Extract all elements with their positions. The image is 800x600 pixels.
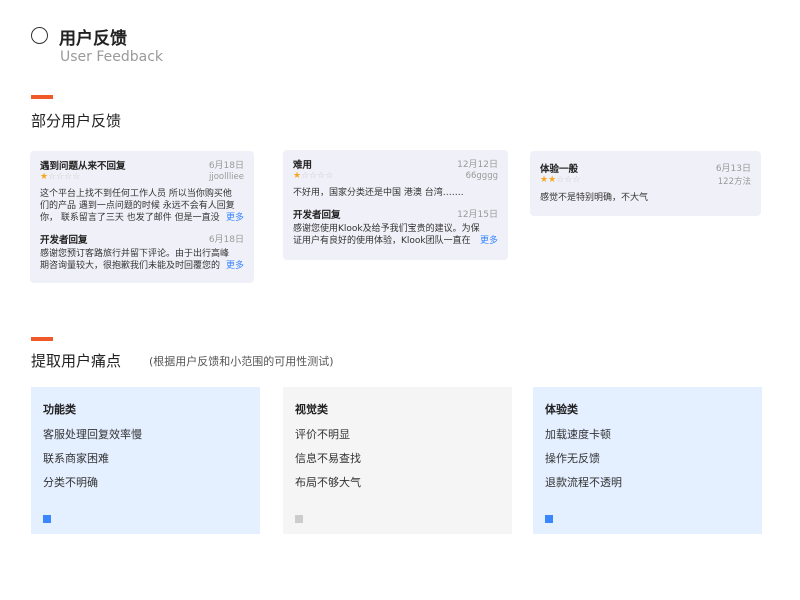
review-body: 不好用，国家分类还是中国 港澳 台湾……. (293, 188, 464, 198)
pain-item: 信息不易查找 (295, 452, 361, 465)
review-date: 6月13日 (715, 164, 751, 174)
pain-card-title: 视觉类 (295, 403, 328, 416)
pain-card-title: 体验类 (545, 403, 578, 416)
star-rating: ★☆☆☆☆ (293, 171, 333, 182)
pain-item: 操作无反馈 (545, 452, 600, 465)
star-rating: ★★☆☆☆ (540, 175, 580, 186)
pain-item: 客服处理回复效率慢 (43, 428, 142, 441)
reply-body: 感谢您预订客路旅行并留下评论。由于出行高峰 期咨询量较大，很抱歉我们未能及时回覆… (40, 249, 244, 272)
section-title-pain-points: 提取用户痛点 (31, 352, 122, 370)
pain-item: 联系商家困难 (43, 452, 109, 465)
page-title: 用户反馈 (59, 29, 127, 49)
developer-reply-label: 开发者回复 (293, 210, 341, 221)
section-accent-bar (31, 95, 53, 99)
section-title-reviews: 部分用户反馈 (31, 112, 122, 130)
reply-body: 感谢您使用Klook及给予我们宝贵的建议。为保 证用户有良好的使用体验，Kloo… (293, 224, 498, 247)
pain-item: 加载速度卡顿 (545, 428, 611, 441)
review-card: 体验一般 6月13日 ★★☆☆☆ 122方法 感觉不是特别明确，不大气 (530, 151, 761, 216)
star-filled-icon: ★ (293, 171, 302, 181)
section-note: (根据用户反馈和小范围的可用性测试) (149, 355, 334, 368)
more-link[interactable]: 更多 (476, 235, 498, 247)
review-headline: 体验一般 (540, 164, 579, 175)
star-filled-icon: ★ (540, 175, 549, 185)
square-marker-icon (43, 515, 51, 523)
review-username: 122方法 (717, 177, 751, 187)
more-link[interactable]: 更多 (222, 260, 244, 272)
page-subtitle: User Feedback (60, 49, 164, 65)
review-username: jjoollliee (208, 172, 244, 182)
pain-card-function: 功能类 客服处理回复效率慢 联系商家困难 分类不明确 (31, 387, 260, 534)
star-empty-icon: ☆ (72, 172, 81, 182)
more-link[interactable]: 更多 (222, 212, 244, 224)
star-rating: ★☆☆☆☆ (40, 172, 80, 183)
pain-item: 分类不明确 (43, 476, 98, 489)
star-empty-icon: ☆ (48, 172, 57, 182)
reply-date: 6月18日 (208, 235, 244, 245)
reply-date: 12月15日 (457, 210, 498, 220)
review-card: 难用 12月12日 ★☆☆☆☆ 66gggg 不好用，国家分类还是中国 港澳 台… (283, 150, 508, 260)
review-headline: 遇到问题从来不回复 (40, 161, 126, 172)
section-accent-bar (31, 337, 53, 341)
title-circle-icon (31, 27, 48, 44)
pain-item: 退款流程不透明 (545, 476, 622, 489)
pain-item: 评价不明显 (295, 428, 350, 441)
pain-card-experience: 体验类 加载速度卡顿 操作无反馈 退款流程不透明 (533, 387, 762, 534)
review-username: 66gggg (465, 171, 498, 181)
developer-reply-label: 开发者回复 (40, 235, 88, 246)
star-empty-icon: ☆ (325, 171, 334, 181)
review-card: 遇到问题从来不回复 6月18日 ★☆☆☆☆ jjoollliee 这个平台上找不… (30, 151, 254, 283)
review-headline: 难用 (293, 160, 313, 171)
review-date: 6月18日 (208, 161, 244, 171)
pain-card-visual: 视觉类 评价不明显 信息不易查找 布局不够大气 (283, 387, 512, 534)
review-date: 12月12日 (457, 160, 498, 170)
star-empty-icon: ☆ (572, 175, 581, 185)
square-marker-icon (545, 515, 553, 523)
pain-card-title: 功能类 (43, 403, 76, 416)
star-filled-icon: ★ (40, 172, 49, 182)
square-marker-icon (295, 515, 303, 523)
review-body: 感觉不是特别明确，不大气 (540, 193, 649, 203)
pain-item: 布局不够大气 (295, 476, 361, 489)
review-body: 这个平台上找不到任何工作人员 所以当你购买他 们的产品 遇到一点问题的时候 永远… (40, 189, 244, 224)
star-empty-icon: ☆ (301, 171, 310, 181)
star-filled-icon: ★ (548, 175, 557, 185)
